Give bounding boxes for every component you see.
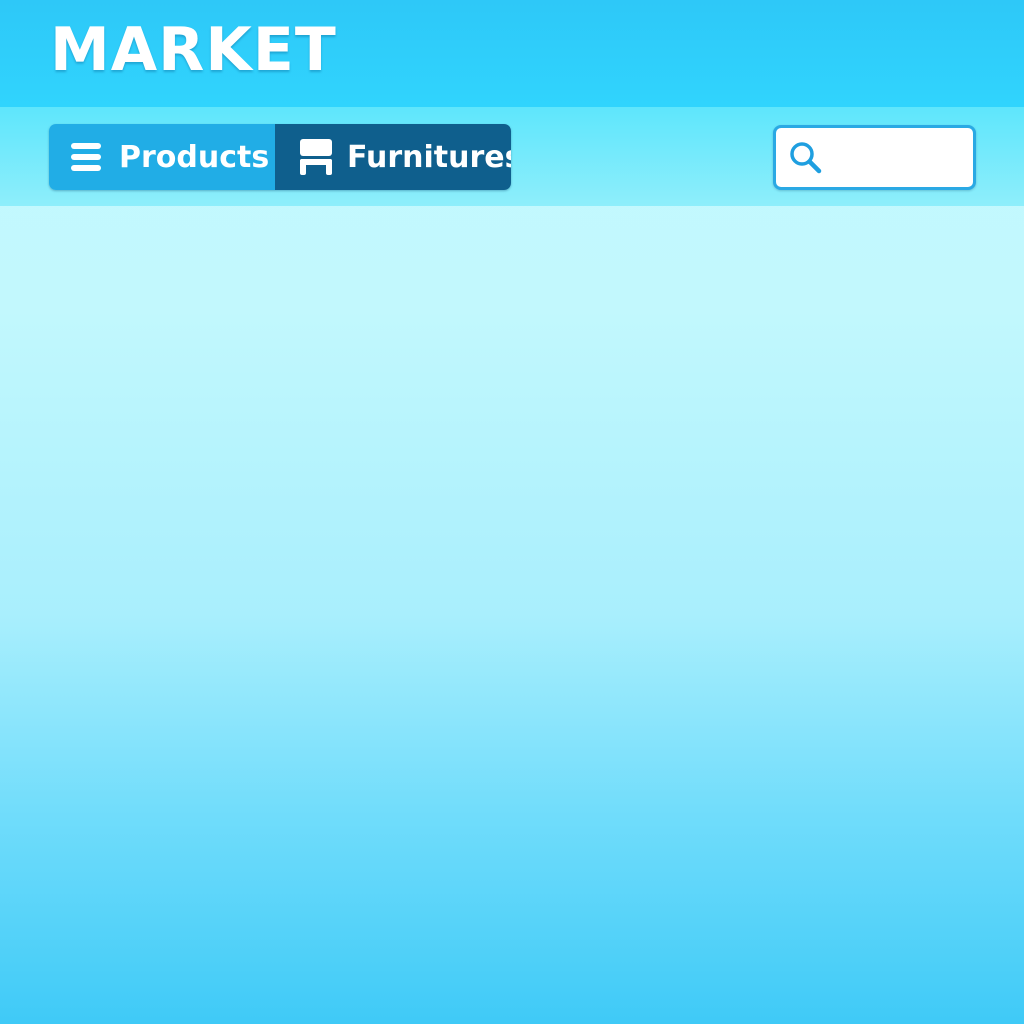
category-tabs: Products Furnitures — [49, 124, 511, 190]
navigation-bar: Products Furnitures — [0, 107, 1024, 206]
search-icon[interactable] — [789, 141, 823, 175]
search-box[interactable] — [773, 125, 976, 190]
chair-icon — [300, 139, 332, 175]
tab-furnitures-label: Furnitures — [347, 139, 511, 175]
tab-furnitures[interactable]: Furnitures — [275, 124, 511, 190]
search-input[interactable] — [830, 136, 966, 179]
app-header: MARKET — [0, 0, 1024, 107]
menu-icon — [71, 143, 101, 171]
tab-products-label: Products — [119, 139, 270, 175]
market-logo[interactable]: MARKET — [50, 14, 337, 86]
tab-products[interactable]: Products — [49, 124, 275, 190]
